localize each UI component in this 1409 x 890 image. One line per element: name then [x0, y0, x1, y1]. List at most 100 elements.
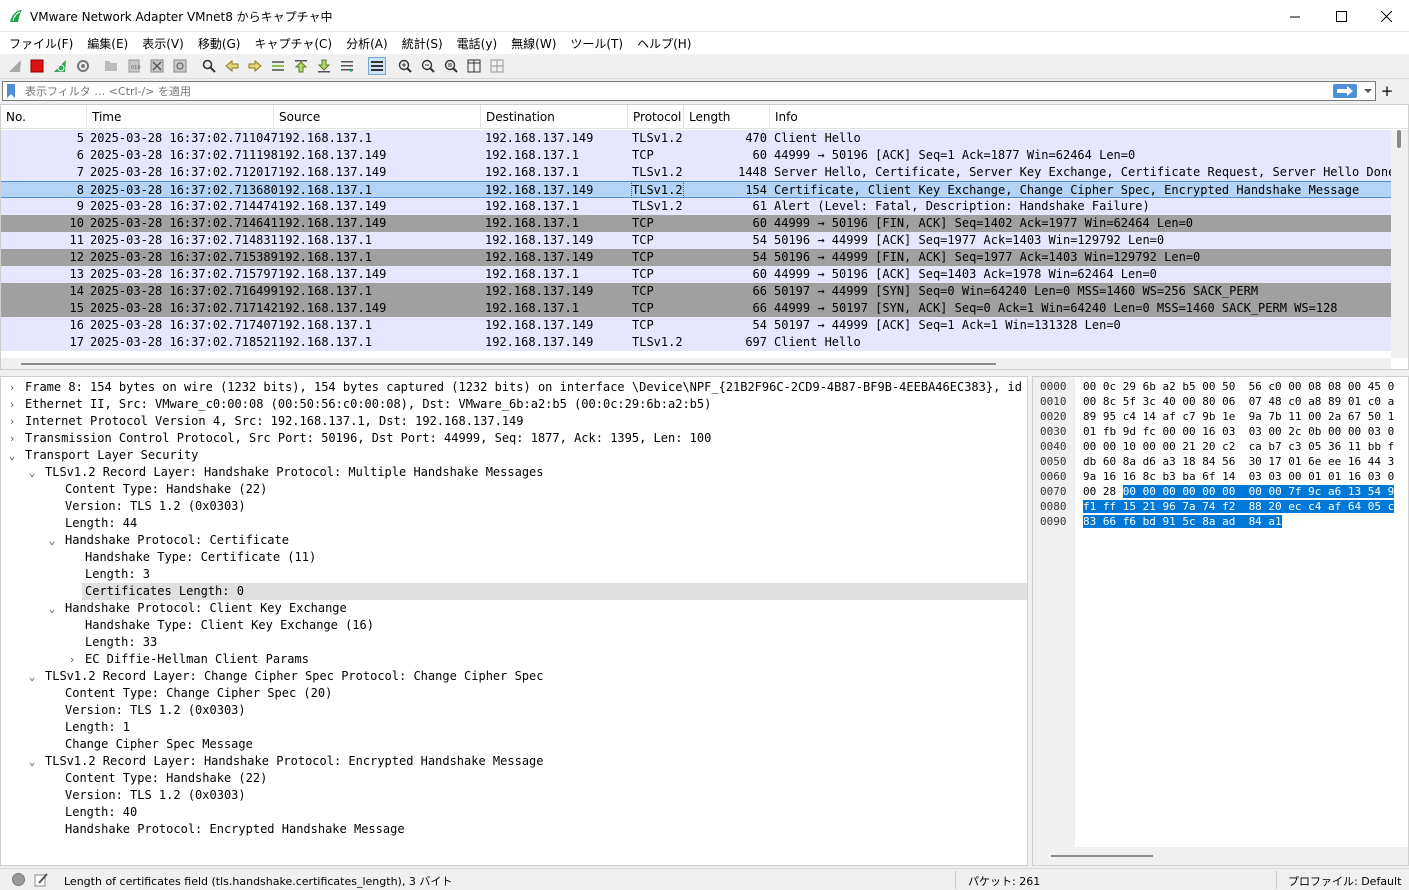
layout-button[interactable]: [488, 57, 506, 75]
go-back-button[interactable]: [223, 57, 241, 75]
collapse-arrow-icon[interactable]: ⌄: [26, 464, 38, 481]
tree-item[interactable]: Content Type: Handshake (22): [1, 481, 1027, 498]
menu-help[interactable]: ヘルプ(H): [632, 35, 696, 52]
tree-item[interactable]: Length: 33: [1, 634, 1027, 651]
colorize-button[interactable]: [368, 57, 386, 75]
column-header-length[interactable]: Length: [684, 105, 770, 129]
hex-line[interactable]: db 60 8a d6 a3 18 84 56 30 17 01 6e ee 1…: [1083, 454, 1394, 469]
tree-item[interactable]: ⌄ Handshake Protocol: Client Key Exchange: [1, 600, 1027, 617]
hex-line[interactable]: 00 8c 5f 3c 40 00 80 06 07 48 c0 a8 89 0…: [1083, 394, 1394, 409]
tree-item[interactable]: Change Cipher Spec Message: [1, 736, 1027, 753]
packet-row-selected[interactable]: 8 2025-03-28 16:37:02.713680 192.168.137.1…: [1, 181, 1391, 200]
packet-row[interactable]: 9 2025-03-28 16:37:02.714474 192.168.137.1…: [1, 198, 1391, 215]
packet-row[interactable]: 5 2025-03-28 16:37:02.711047 192.168.137.1…: [1, 130, 1391, 147]
scrollbar-thumb[interactable]: [1051, 855, 1153, 857]
menu-analyze[interactable]: 分析(A): [341, 35, 393, 52]
hex-line[interactable]: 00 28 00 00 00 00 00 00 00 00 7f 9c a6 1…: [1083, 484, 1395, 499]
menu-file[interactable]: ファイル(F): [4, 35, 78, 52]
go-first-packet-button[interactable]: [292, 57, 310, 75]
chevron-down-icon[interactable]: [1363, 85, 1373, 97]
hex-line[interactable]: 89 95 c4 14 af c7 9b 1e 9a 7b 11 00 2a 6…: [1083, 409, 1394, 424]
collapse-arrow-icon[interactable]: ⌄: [26, 753, 38, 770]
column-header-destination[interactable]: Destination: [481, 105, 628, 129]
packet-row[interactable]: 13 2025-03-28 16:37:02.715797 192.168.137.…: [1, 266, 1391, 283]
close-button[interactable]: [1363, 0, 1409, 32]
expand-arrow-icon[interactable]: ›: [6, 430, 18, 447]
tree-item[interactable]: Version: TLS 1.2 (0x0303): [1, 702, 1027, 719]
tree-item[interactable]: › EC Diffie-Hellman Client Params: [1, 651, 1027, 668]
expand-arrow-icon[interactable]: ›: [6, 396, 18, 413]
tree-item[interactable]: Content Type: Change Cipher Spec (20): [1, 685, 1027, 702]
restart-capture-button[interactable]: [51, 57, 69, 75]
packet-row[interactable]: 10 2025-03-28 16:37:02.714641 192.168.137.…: [1, 215, 1391, 232]
packet-list-horizontal-scrollbar[interactable]: [1, 358, 1391, 369]
hex-line[interactable]: 9a 16 16 8c b3 ba 6f 14 03 03 00 01 01 1…: [1083, 469, 1394, 484]
column-header-info[interactable]: Info: [770, 105, 1408, 129]
tree-item[interactable]: › Frame 8: 154 bytes on wire (1232 bits),…: [1, 379, 1027, 396]
save-file-button[interactable]: 010: [125, 57, 143, 75]
zoom-reset-button[interactable]: [442, 57, 460, 75]
tree-item[interactable]: ⌄ Transport Layer Security: [1, 447, 1027, 464]
scrollbar-thumb[interactable]: [21, 363, 996, 365]
reload-file-button[interactable]: [171, 57, 189, 75]
add-filter-button[interactable]: +: [1380, 81, 1394, 101]
packet-row[interactable]: 6 2025-03-28 16:37:02.711198 192.168.137.1…: [1, 147, 1391, 164]
menu-capture[interactable]: キャプチャ(C): [249, 35, 337, 52]
packet-row[interactable]: 17 2025-03-28 16:37:02.718521 192.168.137.…: [1, 334, 1391, 351]
resize-columns-button[interactable]: [465, 57, 483, 75]
tree-item[interactable]: ⌄ TLSv1.2 Record Layer: Handshake Protoco…: [1, 464, 1027, 481]
tree-item[interactable]: Length: 44: [1, 515, 1027, 532]
packet-row[interactable]: 11 2025-03-28 16:37:02.714831 192.168.137.…: [1, 232, 1391, 249]
open-file-button[interactable]: [102, 57, 120, 75]
packet-row[interactable]: 15 2025-03-28 16:37:02.717142 192.168.137.…: [1, 300, 1391, 317]
go-last-packet-button[interactable]: [315, 57, 333, 75]
bytes-horizontal-scrollbar[interactable]: [1033, 847, 1408, 865]
hex-line[interactable]: 00 00 10 00 00 21 20 c2 ca b7 c3 05 36 1…: [1083, 439, 1394, 454]
menu-wireless[interactable]: 無線(W): [506, 35, 561, 52]
edit-comment-icon[interactable]: [33, 872, 49, 888]
menu-view[interactable]: 表示(V): [137, 35, 189, 52]
packet-list-vertical-scrollbar[interactable]: [1391, 130, 1408, 358]
go-forward-button[interactable]: [246, 57, 264, 75]
tree-item[interactable]: Handshake Protocol: Encrypted Handshake …: [1, 821, 1027, 838]
packet-row[interactable]: 12 2025-03-28 16:37:02.715389 192.168.137.…: [1, 249, 1391, 266]
tree-item[interactable]: › Transmission Control Protocol, Src Port…: [1, 430, 1027, 447]
tree-item[interactable]: Length: 40: [1, 804, 1027, 821]
tree-item-selected[interactable]: Certificates Length: 0: [82, 583, 1027, 600]
tree-item[interactable]: Length: 3: [1, 566, 1027, 583]
menu-tools[interactable]: ツール(T): [565, 35, 628, 52]
stop-capture-button[interactable]: [28, 57, 46, 75]
tree-item[interactable]: ⌄ Handshake Protocol: Certificate: [1, 532, 1027, 549]
tree-item[interactable]: Version: TLS 1.2 (0x0303): [1, 498, 1027, 515]
auto-scroll-button[interactable]: [338, 57, 356, 75]
expand-arrow-icon[interactable]: ›: [6, 379, 18, 396]
tree-item[interactable]: Content Type: Handshake (22): [1, 770, 1027, 787]
scrollbar-thumb[interactable]: [1397, 130, 1401, 148]
packet-row[interactable]: 16 2025-03-28 16:37:02.717407 192.168.137.…: [1, 317, 1391, 334]
apply-filter-button[interactable]: [1333, 84, 1357, 98]
menu-go[interactable]: 移動(G): [193, 35, 246, 52]
hex-line[interactable]: 01 fb 9d fc 00 00 16 03 03 00 2c 0b 00 0…: [1083, 424, 1394, 439]
zoom-in-button[interactable]: [396, 57, 414, 75]
display-filter-input[interactable]: [25, 83, 1325, 99]
column-header-protocol[interactable]: Protocol: [628, 105, 684, 129]
packet-row[interactable]: 14 2025-03-28 16:37:02.716499 192.168.137.…: [1, 283, 1391, 300]
collapse-arrow-icon[interactable]: ⌄: [46, 532, 58, 549]
hex-line[interactable]: 83 66 f6 bd 91 5c 8a ad 84 a1: [1083, 514, 1282, 529]
capture-options-button[interactable]: [74, 57, 92, 75]
tree-item[interactable]: Handshake Type: Certificate (11): [1, 549, 1027, 566]
hex-line[interactable]: 00 0c 29 6b a2 b5 00 50 56 c0 00 08 08 0…: [1083, 379, 1394, 394]
collapse-arrow-icon[interactable]: ⌄: [26, 668, 38, 685]
tree-item[interactable]: › Ethernet II, Src: VMware_c0:00:08 (00:5…: [1, 396, 1027, 413]
tree-item[interactable]: ⌄ TLSv1.2 Record Layer: Change Cipher Spe…: [1, 668, 1027, 685]
tree-item[interactable]: Handshake Type: Client Key Exchange (16): [1, 617, 1027, 634]
menu-statistics[interactable]: 統計(S): [397, 35, 448, 52]
column-header-source[interactable]: Source: [274, 105, 481, 129]
menu-edit[interactable]: 編集(E): [82, 35, 133, 52]
expand-arrow-icon[interactable]: ›: [66, 651, 78, 668]
packet-row[interactable]: 7 2025-03-28 16:37:02.712017 192.168.137.1…: [1, 164, 1395, 181]
tree-item[interactable]: › Internet Protocol Version 4, Src: 192.1…: [1, 413, 1027, 430]
close-file-button[interactable]: [148, 57, 166, 75]
tree-item[interactable]: Version: TLS 1.2 (0x0303): [1, 787, 1027, 804]
profile-selector[interactable]: プロファイル: Default: [1288, 873, 1401, 889]
